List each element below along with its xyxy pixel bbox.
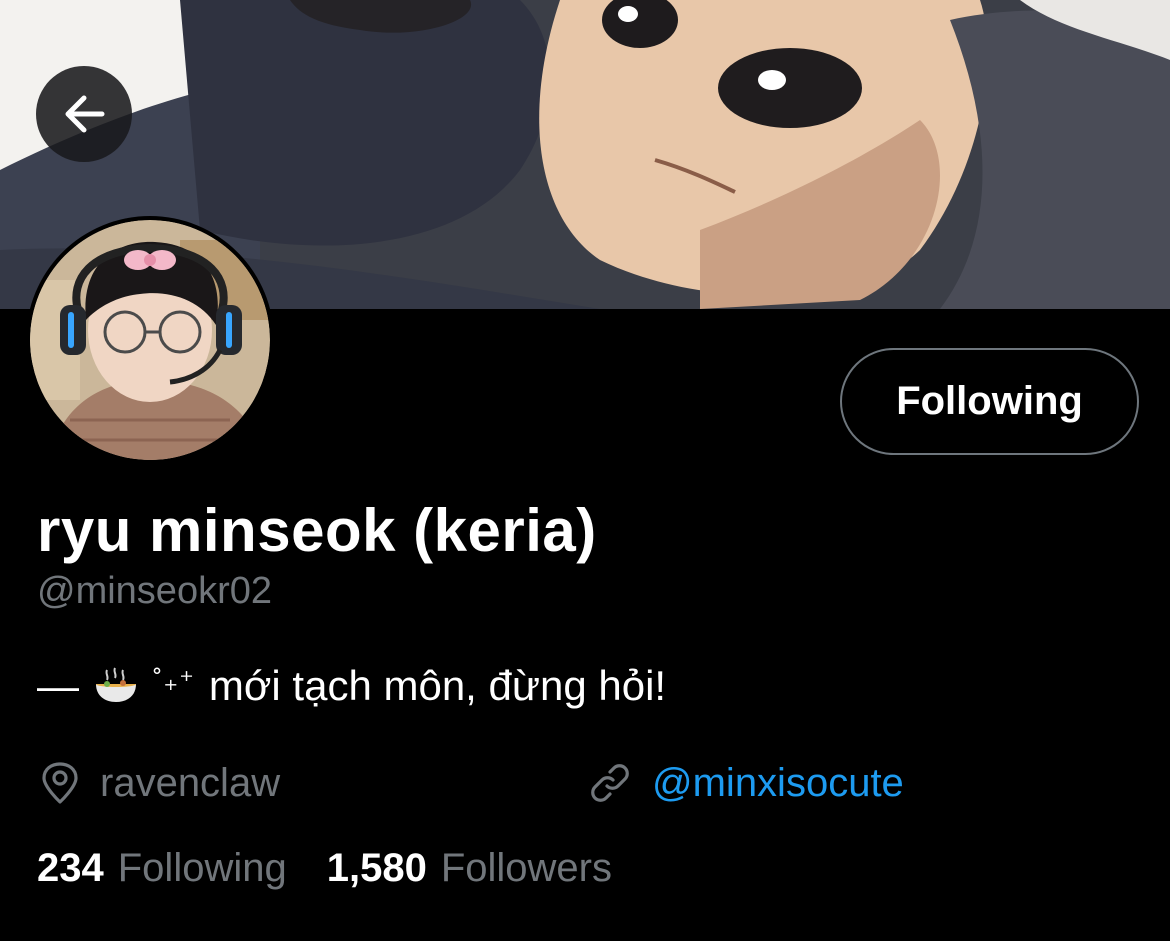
following-button[interactable]: Following [840,348,1139,455]
following-stat[interactable]: 234 Following [37,846,287,891]
link-text[interactable]: @minxisocute [652,761,904,806]
profile-display-name: ryu minseok (keria) [37,497,597,564]
profile-bio: — ˚₊⁺ mới tạch môn, đừng hỏi! [37,662,666,710]
following-button-label: Following [896,379,1083,423]
avatar[interactable] [26,216,274,464]
profile-stats: 234 Following 1,580 Followers [37,846,652,891]
followers-label: Followers [440,846,612,890]
map-pin-icon [40,761,80,805]
bio-sparkle: ˚₊⁺ [153,664,195,696]
bio-text: mới tạch môn, đừng hỏi! [208,662,667,709]
back-button[interactable] [36,66,132,162]
arrow-left-icon [58,88,110,140]
following-label: Following [117,846,287,890]
avatar-image [30,220,270,460]
link-icon [588,761,632,805]
bio-dash: — [37,662,79,709]
profile-location: ravenclaw [40,758,280,808]
following-count: 234 [37,846,104,890]
followers-stat[interactable]: 1,580 Followers [327,846,612,891]
followers-count: 1,580 [326,846,427,890]
noodle-bowl-icon [93,666,139,706]
profile-handle: @minseokr02 [37,570,272,612]
location-text: ravenclaw [100,760,281,805]
profile-link[interactable]: @minxisocute [588,758,904,808]
